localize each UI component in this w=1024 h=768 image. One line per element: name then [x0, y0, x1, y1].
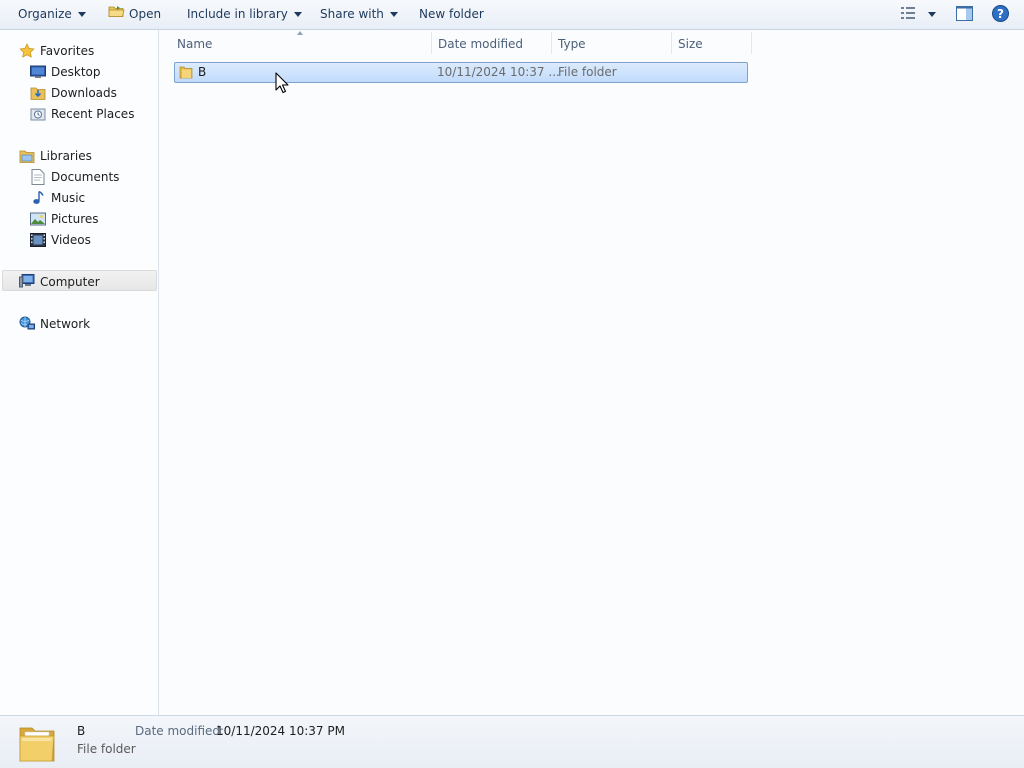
libraries-icon: [19, 148, 35, 164]
music-icon: [30, 190, 46, 206]
open-label: Open: [129, 7, 162, 21]
nav-item-downloads[interactable]: Downloads: [30, 82, 117, 103]
nav-favorites[interactable]: Favorites: [19, 40, 94, 61]
file-name: B: [198, 65, 207, 79]
nav-item-label: Pictures: [51, 211, 99, 226]
nav-item-pictures[interactable]: Pictures: [30, 208, 99, 229]
change-view-button[interactable]: [901, 0, 936, 29]
desktop-icon: [30, 64, 46, 80]
help-button[interactable]: ?: [992, 0, 1009, 29]
nav-favorites-label: Favorites: [40, 43, 95, 58]
nav-libraries[interactable]: Libraries: [19, 145, 92, 166]
column-header-date-modified[interactable]: Date modified: [438, 35, 523, 53]
column-divider[interactable]: [551, 32, 552, 54]
share-with-label: Share with: [320, 7, 384, 21]
details-file-type: File folder: [77, 742, 136, 756]
column-header-name[interactable]: Name: [177, 35, 212, 53]
nav-item-recent-places[interactable]: Recent Places: [30, 103, 134, 124]
large-folder-icon: [18, 720, 58, 767]
organize-label: Organize: [18, 7, 72, 21]
svg-text:?: ?: [997, 7, 1004, 21]
chevron-down-icon: [77, 12, 86, 17]
include-in-library-button[interactable]: Include in library: [187, 0, 302, 29]
computer-icon: [19, 274, 35, 290]
downloads-icon: [30, 85, 46, 101]
open-button[interactable]: Open: [108, 0, 161, 29]
preview-pane-button[interactable]: [956, 0, 973, 29]
nav-computer-label: Computer: [40, 274, 100, 289]
file-date-modified: 10/11/2024 10:37 ...: [437, 65, 560, 79]
open-folder-icon: [108, 0, 125, 29]
pictures-icon: [30, 211, 46, 227]
nav-item-documents[interactable]: Documents: [30, 166, 119, 187]
folder-icon: [179, 65, 193, 82]
documents-icon: [30, 168, 46, 185]
nav-item-desktop[interactable]: Desktop: [30, 61, 101, 82]
recent-places-icon: [30, 106, 46, 122]
help-icon: ?: [992, 4, 1009, 25]
nav-item-music[interactable]: Music: [30, 187, 85, 208]
new-folder-label: New folder: [419, 7, 484, 21]
file-row[interactable]: B 10/11/2024 10:37 ... File folder: [174, 62, 748, 83]
column-divider[interactable]: [431, 32, 432, 54]
column-header-size[interactable]: Size: [678, 35, 703, 53]
column-header-label: Date modified: [438, 37, 524, 51]
nav-item-label: Downloads: [51, 85, 117, 100]
chevron-down-icon: [928, 12, 936, 17]
include-in-library-label: Include in library: [187, 7, 288, 21]
column-header-type[interactable]: Type: [558, 35, 586, 53]
nav-item-label: Desktop: [51, 64, 101, 79]
details-file-name: B: [77, 724, 86, 738]
view-list-icon: [901, 7, 917, 22]
network-icon: [19, 316, 35, 332]
file-type: File folder: [558, 65, 617, 79]
column-divider[interactable]: [751, 32, 752, 54]
details-date-label: Date modified:: [135, 724, 225, 738]
new-folder-button[interactable]: New folder: [419, 0, 484, 29]
column-header-label: Size: [678, 37, 703, 51]
nav-item-label: Recent Places: [51, 106, 135, 121]
star-icon: [19, 42, 35, 59]
nav-computer[interactable]: Computer: [19, 271, 100, 292]
mouse-cursor-icon: [275, 72, 289, 97]
nav-network-label: Network: [40, 316, 91, 331]
nav-item-label: Music: [51, 190, 86, 205]
sort-ascending-icon: [297, 31, 303, 35]
nav-item-videos[interactable]: Videos: [30, 229, 91, 250]
nav-network[interactable]: Network: [19, 313, 90, 334]
chevron-down-icon: [293, 12, 302, 17]
organize-button[interactable]: Organize: [18, 0, 86, 29]
column-header-label: Type: [558, 37, 586, 51]
share-with-button[interactable]: Share with: [320, 0, 398, 29]
column-header-label: Name: [177, 37, 213, 51]
nav-item-label: Videos: [51, 232, 91, 247]
preview-pane-icon: [956, 5, 973, 24]
nav-item-label: Documents: [51, 169, 120, 184]
navigation-pane: Favorites Desktop Downloads Recent Place…: [0, 30, 159, 715]
column-divider[interactable]: [671, 32, 672, 54]
details-pane: B File folder Date modified: 10/11/2024 …: [0, 715, 1024, 768]
nav-libraries-label: Libraries: [40, 148, 92, 163]
details-date-value: 10/11/2024 10:37 PM: [216, 724, 345, 738]
videos-icon: [30, 232, 46, 248]
command-bar: Organize Open Include in library Share w…: [0, 0, 1024, 30]
chevron-down-icon: [389, 12, 398, 17]
